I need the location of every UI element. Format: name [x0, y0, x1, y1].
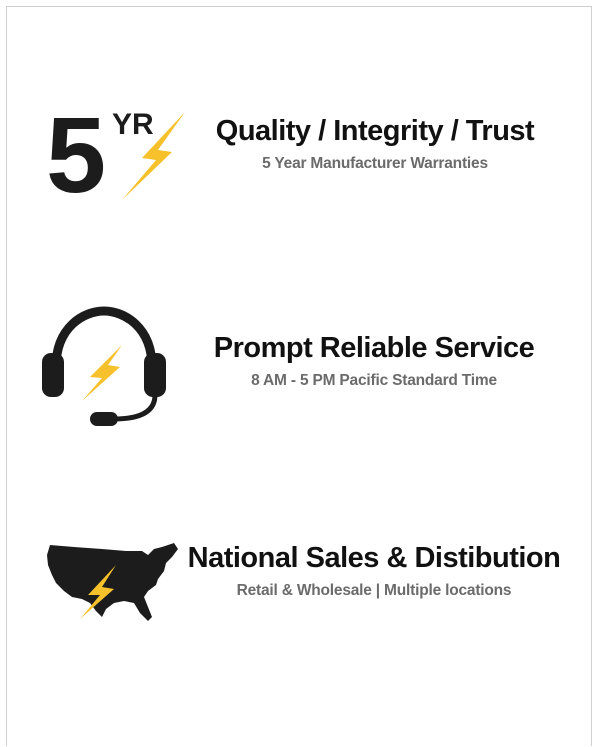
- feature-distribution: National Sales & Distibution Retail & Wh…: [0, 535, 594, 625]
- warranty-unit: YR: [112, 108, 154, 141]
- feature-subtitle: 8 AM - 5 PM Pacific Standard Time: [251, 372, 497, 389]
- feature-title: Prompt Reliable Service: [213, 332, 535, 364]
- feature-title: Quality / Integrity / Trust: [215, 115, 535, 147]
- feature-title: National Sales & Distibution: [187, 542, 561, 574]
- feature-service: Prompt Reliable Service 8 AM - 5 PM Paci…: [0, 305, 594, 435]
- warranty-digit: 5: [46, 100, 106, 206]
- feature-warranty: 5 YR Quality / Integrity / Trust 5 Year …: [0, 94, 594, 215]
- feature-distribution-text: National Sales & Distibution Retail & Wh…: [184, 541, 564, 601]
- feature-subtitle: Retail & Wholesale | Multiple locations: [236, 582, 512, 599]
- usa-map-bolt-icon: [44, 539, 182, 623]
- feature-warranty-text: Quality / Integrity / Trust 5 Year Manuf…: [205, 114, 545, 174]
- feature-subtitle: 5 Year Manufacturer Warranties: [262, 155, 488, 172]
- headset-bolt-icon: [38, 305, 170, 429]
- warranty-5yr-bolt-icon: 5 YR: [44, 94, 192, 215]
- feature-service-text: Prompt Reliable Service 8 AM - 5 PM Paci…: [198, 331, 550, 391]
